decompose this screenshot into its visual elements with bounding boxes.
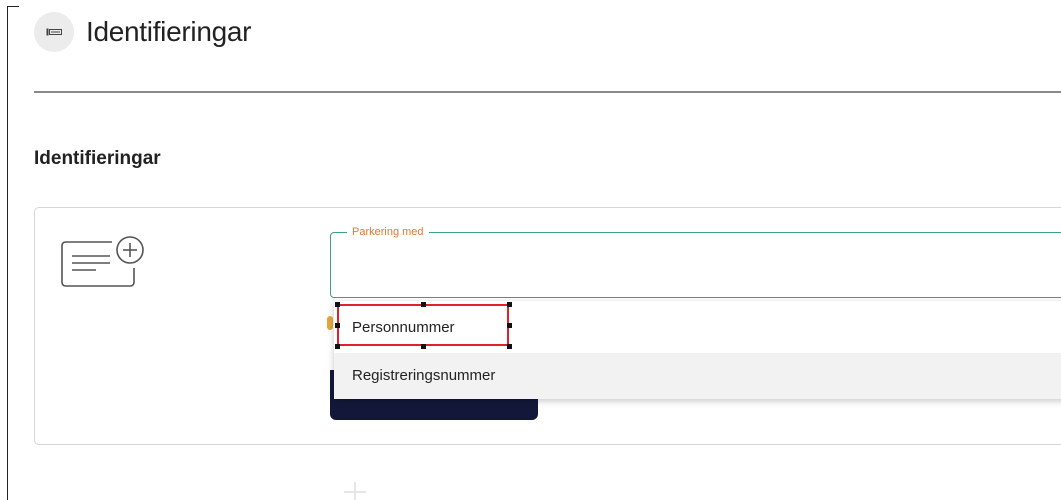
header-divider [34,91,1061,93]
selection-handle-ml [335,323,340,328]
frame-border-left [7,6,8,500]
selection-handle-bl [335,344,340,349]
dropdown-option-registreringsnummer[interactable]: Registreringsnummer [334,353,1061,399]
parking-method-dropdown: Personnummer Registreringsnummer [334,301,1061,399]
selection-handle-br [507,344,512,349]
frame-border-top [7,6,19,7]
selection-handle-mr [507,323,512,328]
id-card-add-icon [61,236,144,287]
dropdown-option-personnummer[interactable]: Personnummer [334,305,1061,351]
parking-method-field[interactable]: Parkering med [330,225,1061,298]
add-icon[interactable] [340,480,370,500]
parking-method-input[interactable] [341,247,1045,287]
selection-handle-bm [421,344,426,349]
parking-sign-icon [34,12,74,52]
validation-indicator [327,316,333,330]
section-title: Identifieringar [34,148,161,169]
page: Identifieringar Identifieringar Parkerin… [0,0,1061,500]
selection-handle-tl [335,302,340,307]
selection-handle-tm [421,302,426,307]
parking-method-label: Parkering med [347,225,429,239]
page-header: Identifieringar [34,12,251,52]
selection-handle-tr [507,302,512,307]
page-title: Identifieringar [86,16,252,47]
